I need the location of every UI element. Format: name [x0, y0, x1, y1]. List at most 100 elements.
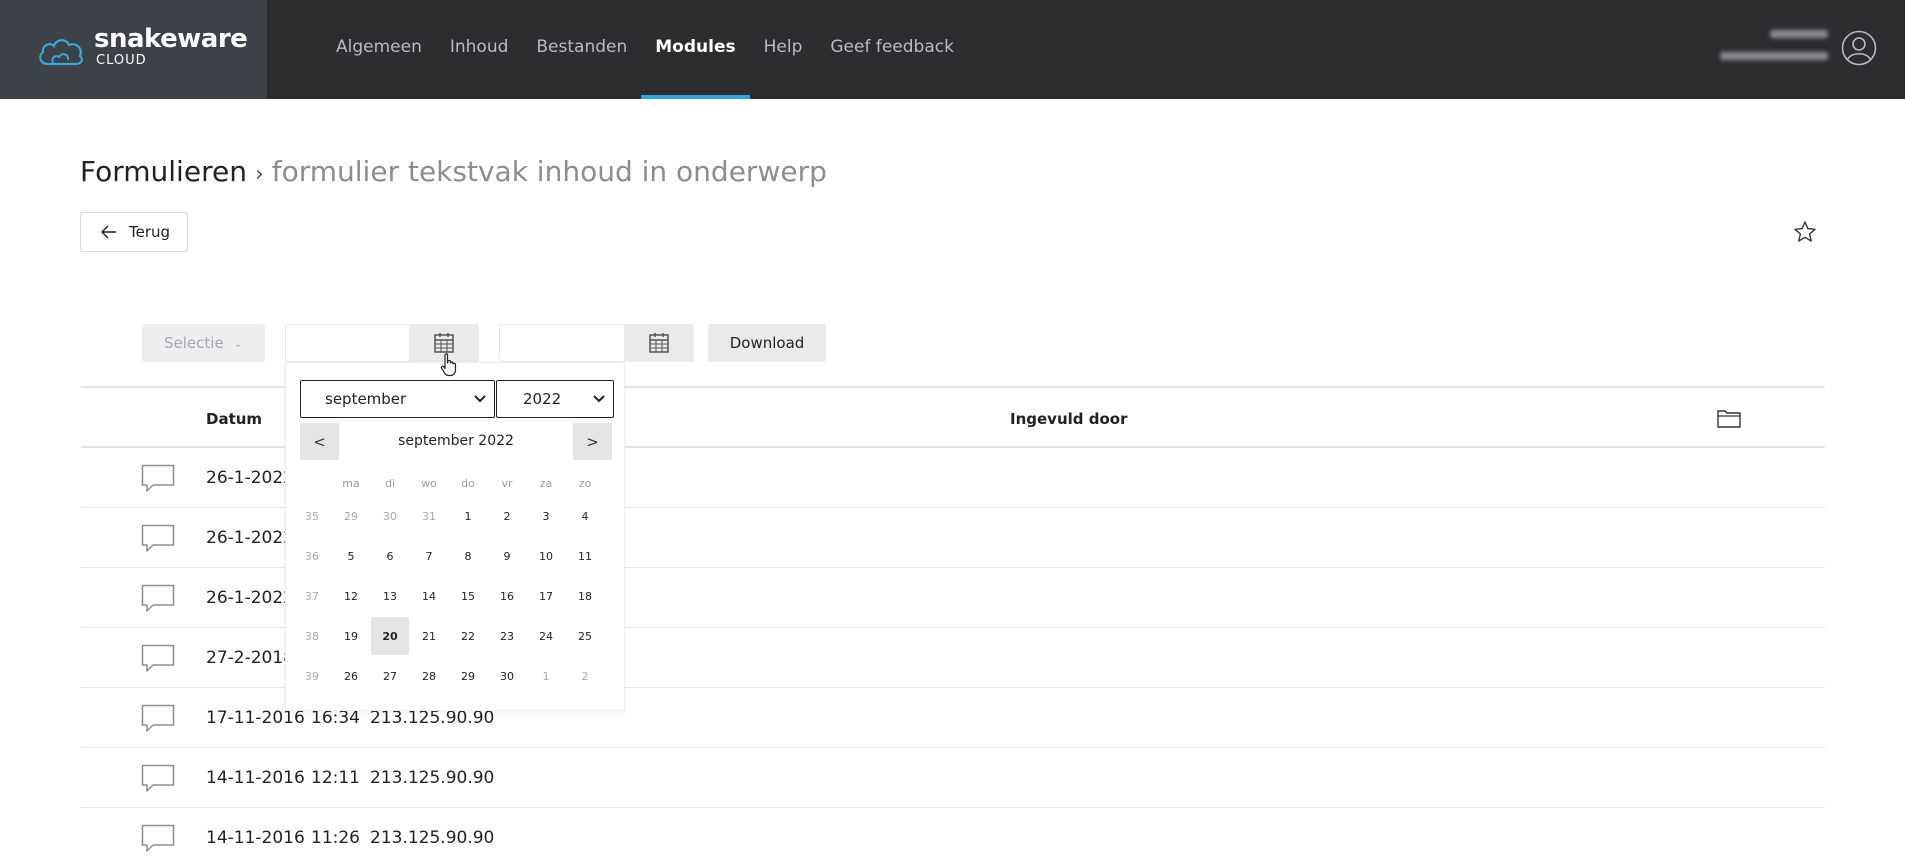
day-cell[interactable]: 18	[566, 577, 604, 615]
week-number: 35	[305, 509, 319, 523]
day-cell[interactable]: 25	[566, 617, 604, 655]
day-cell[interactable]: 30	[371, 497, 409, 535]
weekday-header: wo	[421, 477, 437, 490]
next-month-button[interactable]: >	[573, 423, 612, 460]
day-cell[interactable]: 9	[488, 537, 526, 575]
day-cell[interactable]: 21	[410, 617, 448, 655]
day-cell[interactable]: 5	[332, 537, 370, 575]
to-date-calendar-button[interactable]	[624, 324, 694, 362]
comment-icon[interactable]	[141, 524, 175, 554]
day-cell[interactable]: 23	[488, 617, 526, 655]
day-cell[interactable]: 8	[449, 537, 487, 575]
nav-item-bestanden[interactable]: Bestanden	[522, 0, 641, 99]
favorite-star-icon[interactable]	[1793, 220, 1817, 244]
year-select[interactable]: 2022	[496, 380, 614, 418]
logo-subtext: CLOUD	[96, 53, 147, 68]
calendar-icon	[434, 333, 454, 353]
back-button[interactable]: Terug	[80, 212, 188, 252]
day-cell[interactable]: 31	[410, 497, 448, 535]
row-date: 14-11-2016	[206, 768, 305, 788]
comment-icon[interactable]	[141, 824, 175, 854]
day-cell[interactable]: 6	[371, 537, 409, 575]
day-cell[interactable]: 19	[332, 617, 370, 655]
from-date-input[interactable]	[285, 324, 410, 362]
day-cell[interactable]: 16	[488, 577, 526, 615]
folder-icon[interactable]	[1717, 408, 1741, 428]
weekday-header: vr	[501, 477, 513, 490]
download-button[interactable]: Download	[708, 324, 826, 362]
row-ip: 213.125.90.90	[370, 768, 495, 788]
day-cell[interactable]: 1	[527, 657, 565, 695]
table-row[interactable]: 14-11-2016 11:26 213.125.90.90	[81, 808, 1825, 867]
table-row[interactable]: 14-11-2016 12:11 213.125.90.90	[81, 748, 1825, 808]
row-time: 11:26	[311, 828, 360, 848]
day-cell[interactable]: 24	[527, 617, 565, 655]
week-number: 37	[305, 589, 319, 603]
comment-icon[interactable]	[141, 764, 175, 794]
day-cell[interactable]: 12	[332, 577, 370, 615]
week-number: 39	[305, 669, 319, 683]
user-org-blurred	[1720, 52, 1828, 60]
week-number: 38	[305, 629, 319, 643]
row-ip: 213.125.90.90	[370, 708, 495, 728]
datepicker-popup: september 2022 < september 2022 > ma di wo…	[285, 362, 625, 711]
row-date: 17-11-2016	[206, 708, 305, 728]
comment-icon[interactable]	[141, 704, 175, 734]
chevron-down-icon: ⌄	[233, 336, 243, 350]
day-cell[interactable]: 27	[371, 657, 409, 695]
day-cell[interactable]: 10	[527, 537, 565, 575]
back-button-label: Terug	[129, 223, 171, 241]
breadcrumb: Formulieren › formulier tekstvak inhoud in…	[80, 155, 827, 188]
day-cell[interactable]: 26	[332, 657, 370, 695]
comment-icon[interactable]	[141, 464, 175, 494]
day-cell[interactable]: 30	[488, 657, 526, 695]
month-select[interactable]: september	[300, 380, 495, 418]
day-cell[interactable]: 20	[371, 617, 409, 655]
column-header-filled-by[interactable]: Ingevuld door	[1010, 410, 1127, 428]
logo-text: snakeware	[94, 24, 248, 54]
row-date: 14-11-2016	[206, 828, 305, 848]
day-cell[interactable]: 29	[332, 497, 370, 535]
day-cell[interactable]: 2	[566, 657, 604, 695]
selection-dropdown[interactable]: Selectie ⌄	[142, 324, 265, 362]
nav-item-feedback[interactable]: Geef feedback	[816, 0, 968, 99]
page-title[interactable]: Formulieren	[80, 155, 247, 188]
week-number: 36	[305, 549, 319, 563]
nav-item-inhoud[interactable]: Inhoud	[436, 0, 523, 99]
main-nav: Algemeen Inhoud Bestanden Modules Help G…	[322, 0, 968, 99]
nav-item-modules[interactable]: Modules	[641, 0, 750, 99]
weekday-header: di	[384, 477, 396, 490]
day-cell[interactable]: 14	[410, 577, 448, 615]
to-date-input[interactable]	[499, 324, 625, 362]
chevron-down-icon	[593, 395, 605, 403]
day-cell[interactable]: 29	[449, 657, 487, 695]
comment-icon[interactable]	[141, 644, 175, 674]
day-cell[interactable]: 2	[488, 497, 526, 535]
day-cell[interactable]: 22	[449, 617, 487, 655]
weekday-header: za	[539, 477, 553, 490]
logo[interactable]: snakeware CLOUD	[0, 0, 267, 99]
day-cell[interactable]: 1	[449, 497, 487, 535]
nav-item-help[interactable]: Help	[750, 0, 817, 99]
year-select-value: 2022	[523, 390, 562, 408]
day-cell[interactable]: 17	[527, 577, 565, 615]
row-date: 26-1-2022	[206, 468, 294, 488]
day-cell[interactable]: 13	[371, 577, 409, 615]
day-cell[interactable]: 4	[566, 497, 604, 535]
nav-item-algemeen[interactable]: Algemeen	[322, 0, 436, 99]
chevron-down-icon	[474, 395, 486, 403]
weekday-header: zo	[578, 477, 592, 490]
user-avatar-icon[interactable]	[1841, 30, 1877, 66]
breadcrumb-separator: ›	[254, 162, 264, 187]
day-cell[interactable]: 15	[449, 577, 487, 615]
day-cell[interactable]: 7	[410, 537, 448, 575]
day-cell[interactable]: 11	[566, 537, 604, 575]
page-subtitle: formulier tekstvak inhoud in onderwerp	[271, 155, 827, 188]
row-ip: 213.125.90.90	[370, 828, 495, 848]
mouse-pointer-icon	[440, 353, 457, 377]
column-header-date[interactable]: Datum	[206, 410, 262, 428]
day-cell[interactable]: 3	[527, 497, 565, 535]
row-date: 26-1-2022	[206, 528, 294, 548]
day-cell[interactable]: 28	[410, 657, 448, 695]
comment-icon[interactable]	[141, 584, 175, 614]
